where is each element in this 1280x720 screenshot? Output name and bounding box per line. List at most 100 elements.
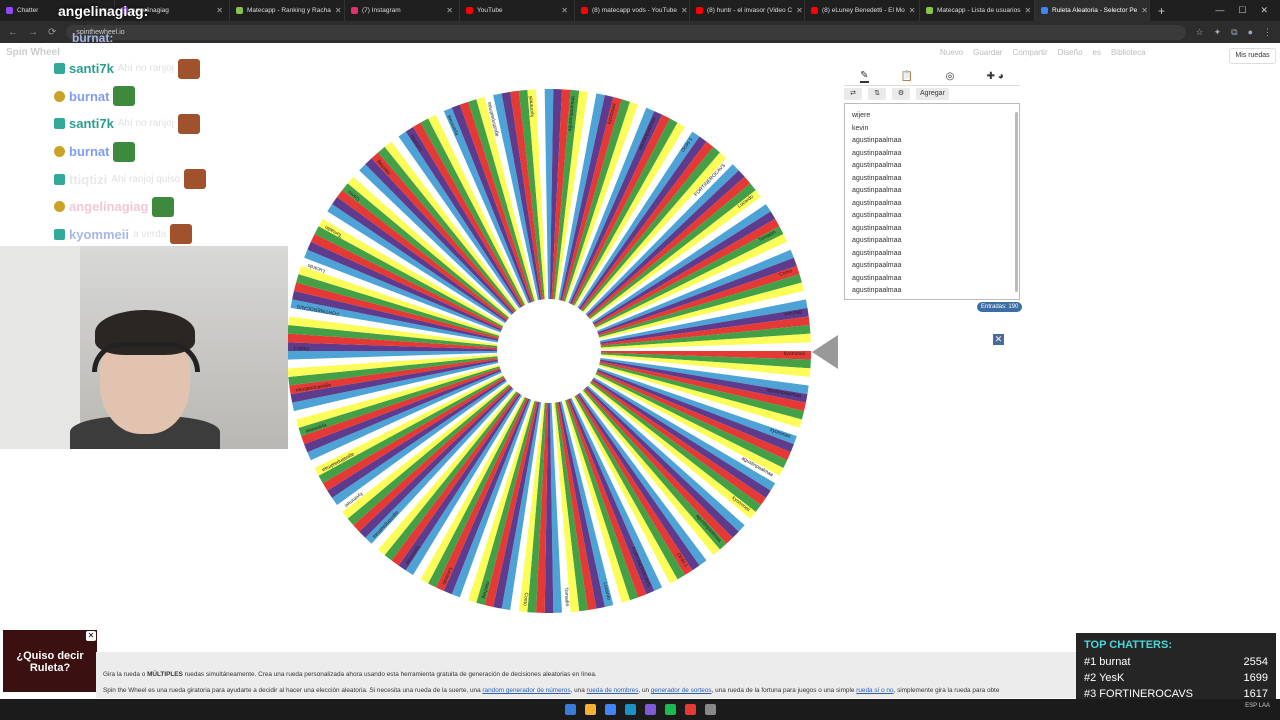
entry-buttons: ⇄ ⇅ ⚙ Agregar — [844, 88, 949, 100]
footer-link-random-numbers[interactable]: random generador de números — [482, 687, 570, 694]
chat-text: Ahí no ranjoj — [117, 63, 174, 75]
ruleta-promo[interactable]: ¿Quiso decir Ruleta? — [3, 630, 97, 692]
entry-item[interactable]: agustinpaalmaa — [852, 210, 1019, 223]
top-chatter-name: #2 YesK — [1084, 672, 1125, 684]
taskbar-app-icon[interactable] — [644, 704, 656, 715]
promo-close-icon[interactable]: ✕ — [86, 631, 96, 641]
entry-item[interactable]: agustinpaalmaa — [852, 273, 1019, 286]
clipboard-icon[interactable]: 📋 — [901, 71, 913, 82]
toolbar-item[interactable]: Nuevo — [940, 48, 963, 57]
hide-icon[interactable]: ◎ — [946, 71, 955, 82]
tab-close-icon[interactable]: ✕ — [681, 6, 688, 15]
profile-icon[interactable]: ● — [1248, 27, 1253, 38]
back-icon[interactable]: ← — [8, 27, 18, 38]
chat-message: ttiqtizi Ahí ranjoj quiso — [54, 165, 284, 193]
spin-wheel[interactable]: kyommeiiagustinpaalmaakyommeiiagustinpaa… — [286, 86, 812, 616]
url-field[interactable]: spinthewheel.io — [66, 24, 1186, 40]
toolbar-item[interactable]: Diseño — [1058, 48, 1083, 57]
maximize-icon[interactable]: ☐ — [1238, 5, 1246, 16]
wheel-center[interactable] — [497, 299, 601, 403]
browser-tabbar: Chatter ✕ angelinagiag ✕ Matecapp - Ranking … — [0, 0, 1280, 21]
browser-tab[interactable]: (8) eLuney Benedetti - El Mo ✕ — [805, 0, 920, 21]
tab-close-icon[interactable]: ✕ — [1024, 6, 1031, 15]
top-chatter-score: 2554 — [1243, 656, 1268, 668]
add-button[interactable]: Agregar — [916, 88, 949, 100]
new-tab-button[interactable]: + — [1150, 4, 1173, 18]
entry-item[interactable]: agustinpaalmaa — [852, 223, 1019, 236]
taskbar-app-icon[interactable] — [624, 704, 636, 715]
tab-close-icon[interactable]: ✕ — [216, 6, 223, 15]
entry-item[interactable]: agustinpaalmaa — [852, 198, 1019, 211]
entries-textarea[interactable]: wijere kevin agustinpaalmaa agustinpaalmaa a… — [844, 103, 1020, 300]
entry-item[interactable]: agustinpaalmaa — [852, 148, 1019, 161]
browser-tab[interactable]: (7) Instagram ✕ — [345, 0, 460, 21]
entry-item[interactable]: agustinpaalmaa — [852, 235, 1019, 248]
chat-message: burnat — [54, 83, 284, 111]
entry-item[interactable]: agustinpaalmaa — [852, 285, 1019, 298]
settings-icon[interactable]: ⚙ — [892, 88, 910, 100]
browser-tab[interactable]: (8) huntr - el invasor (Video C ✕ — [690, 0, 805, 21]
chat-message: burnat — [54, 138, 284, 166]
entry-item[interactable]: agustinpaalmaa — [852, 185, 1019, 198]
taskbar-app-icon[interactable] — [604, 704, 616, 715]
extensions: ☆ ✦ ⧉ ● ⋮ — [1196, 27, 1273, 38]
browser-tab[interactable]: Ruleta Aleatoria - Selector Pe ✕ — [1035, 0, 1150, 21]
chat-badge-icon — [54, 90, 65, 102]
tab-close-icon[interactable]: ✕ — [446, 6, 453, 15]
toolbar-item[interactable]: Biblioteca — [1111, 48, 1146, 57]
taskbar-app-icon[interactable] — [704, 704, 716, 715]
tab-close-icon[interactable]: ✕ — [335, 6, 342, 15]
taskbar-app-icon[interactable] — [584, 704, 596, 715]
taskbar-app-icon[interactable] — [564, 704, 576, 715]
entry-item[interactable]: agustinpaalmaa — [852, 260, 1019, 273]
taskbar-app-icon[interactable] — [684, 704, 696, 715]
footer-link-raffle[interactable]: generador de sorteos — [651, 687, 712, 694]
palette-icon[interactable]: ✚ ◕ — [987, 71, 1004, 82]
footer-link-name-wheel[interactable]: rueda de nombres — [587, 687, 639, 694]
my-wheels-button[interactable]: Mis ruedas — [1229, 48, 1276, 64]
reload-icon[interactable]: ⟳ — [48, 27, 56, 38]
tab-close-icon[interactable]: ✕ — [796, 6, 803, 15]
forward-icon[interactable]: → — [28, 27, 38, 38]
entry-item[interactable]: kevin — [852, 123, 1019, 136]
wheel-pointer-icon — [812, 335, 838, 369]
tab-close-icon[interactable]: ✕ — [1141, 6, 1148, 15]
entry-item[interactable]: agustinpaalmaa — [852, 135, 1019, 148]
entry-item[interactable]: agustinpaalmaa — [852, 248, 1019, 261]
entry-item[interactable]: agustinpaalmaa — [852, 173, 1019, 186]
menu-icon[interactable]: ⋮ — [1263, 27, 1272, 38]
extension-icon[interactable]: ✦ — [1214, 27, 1222, 38]
browser-tab[interactable]: Matecapp - Ranking y Racha ✕ — [230, 0, 345, 21]
app-logo[interactable]: Spin Wheel — [6, 47, 60, 58]
top-chatter-row: #1 burnat 2554 — [1084, 654, 1268, 670]
footer-text: , una rueda de la fortuna para juegos o … — [711, 687, 857, 694]
browser-tab[interactable]: (8) matecapp vods - YouTube ✕ — [575, 0, 690, 21]
scrollbar[interactable] — [1015, 112, 1018, 292]
tab-favicon-icon — [1041, 7, 1048, 14]
minimize-icon[interactable]: — — [1215, 5, 1224, 16]
entry-item[interactable]: wijere — [852, 110, 1019, 123]
tab-close-icon[interactable]: ✕ — [909, 6, 916, 15]
chat-username: kyommeii — [69, 226, 129, 242]
toolbar-item[interactable]: Guardar — [973, 48, 1002, 57]
footer-text: , una — [570, 687, 587, 694]
toolbar-item[interactable]: Compartir — [1012, 48, 1047, 57]
shuffle-icon[interactable]: ⇄ — [844, 88, 862, 100]
entry-item[interactable]: agustinpaalmaa — [852, 160, 1019, 173]
browser-tab[interactable]: YouTube ✕ — [460, 0, 575, 21]
tab-close-icon[interactable]: ✕ — [561, 6, 568, 15]
puzzle-icon[interactable]: ⧉ — [1231, 27, 1237, 38]
taskbar-app-icon[interactable] — [664, 704, 676, 715]
toolbar-item[interactable]: es — [1093, 48, 1101, 57]
top-chatters-title: TOP CHATTERS: — [1084, 639, 1173, 651]
pencil-icon[interactable]: ✎ — [860, 70, 869, 83]
chat-badge-icon — [54, 63, 65, 75]
bookmark-icon[interactable]: ☆ — [1196, 27, 1204, 38]
close-icon[interactable]: ✕ — [993, 334, 1004, 345]
footer-link-yes-no[interactable]: rueda sí o no — [856, 687, 893, 694]
close-icon[interactable]: ✕ — [1260, 5, 1268, 16]
browser-tab[interactable]: Matecapp - Lista de usuarios ✕ — [920, 0, 1035, 21]
taskbar: ESP LAA — [0, 699, 1280, 720]
sort-icon[interactable]: ⇅ — [868, 88, 886, 100]
entry-item[interactable]: agustinpaalmaa — [852, 298, 1019, 300]
